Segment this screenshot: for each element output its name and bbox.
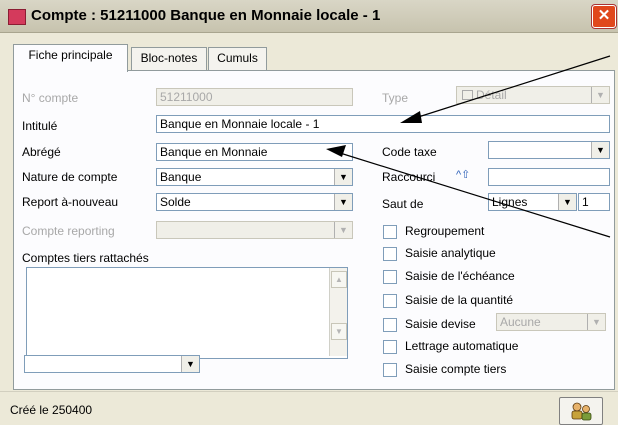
status-bar: Créé le 250400 [0,391,618,425]
chevron-down-icon: ▼ [587,314,605,330]
saisie-echeance-label: Saisie de l'échéance [405,269,515,283]
lettrage-label: Lettrage automatique [405,339,519,353]
raccourci-label: Raccourci [382,170,436,184]
abrege-field[interactable]: Banque en Monnaie [156,143,353,161]
numero-field: 51211000 [156,88,353,106]
saisie-analytique-checkbox[interactable] [383,247,397,261]
saisie-compte-tiers-checkbox[interactable] [383,363,397,377]
close-icon[interactable]: ✕ [592,5,616,28]
saut-select[interactable]: Lignes ▼ [488,193,577,211]
title-bar: Compte : 51211000 Banque en Monnaie loca… [0,0,618,33]
report-label: Report à-nouveau [22,195,119,209]
chevron-down-icon[interactable]: ▼ [591,142,609,158]
window-title: Compte : 51211000 Banque en Monnaie loca… [31,7,381,24]
tiers-scrollbar[interactable]: ▲ ▼ [329,268,347,356]
saisie-echeance-checkbox[interactable] [383,270,397,284]
regroupement-checkbox[interactable] [383,225,397,239]
chevron-down-icon: ▼ [334,222,352,238]
nature-label: Nature de compte [22,170,118,184]
tiers-label: Comptes tiers rattachés [22,251,149,265]
tiers-select[interactable]: ▼ [24,355,200,373]
raccourci-field[interactable] [488,168,610,186]
saut-number-field[interactable]: 1 [578,193,610,211]
saut-label: Saut de [382,197,424,211]
created-date: Créé le 250400 [10,403,93,417]
saut-value: Lignes [492,195,528,209]
regroupement-label: Regroupement [405,224,485,238]
devise-select: Aucune ▼ [496,313,606,331]
report-select[interactable]: Solde ▼ [156,193,353,211]
scroll-down-icon[interactable]: ▼ [331,323,347,340]
saisie-quantite-checkbox[interactable] [383,294,397,308]
users-button[interactable] [559,397,603,425]
nature-value: Banque [160,170,202,184]
type-value: Détail [476,88,507,102]
code-taxe-select[interactable]: ▼ [488,141,610,159]
chevron-down-icon: ▼ [591,87,609,103]
chevron-down-icon[interactable]: ▼ [558,194,576,210]
scroll-up-icon[interactable]: ▲ [331,271,347,288]
tab-cumuls[interactable]: Cumuls [208,47,267,70]
saisie-devise-checkbox[interactable] [383,318,397,332]
tab-fiche-principale[interactable]: Fiche principale [13,44,128,72]
saisie-compte-tiers-label: Saisie compte tiers [405,362,507,376]
code-taxe-label: Code taxe [382,145,437,159]
raccourci-shift-icon: ^⇧ [456,169,471,181]
tab-bloc-notes[interactable]: Bloc-notes [131,47,207,70]
chevron-down-icon[interactable]: ▼ [334,194,352,210]
account-window: Compte : 51211000 Banque en Monnaie loca… [0,0,618,425]
type-select: Détail ▼ [456,86,610,104]
tiers-list[interactable]: ▲ ▼ [26,267,348,359]
lettrage-checkbox[interactable] [383,340,397,354]
report-value: Solde [160,195,191,209]
intitule-label: Intitulé [22,119,58,133]
app-icon [8,9,26,25]
nature-select[interactable]: Banque ▼ [156,168,353,186]
detail-icon [462,90,473,100]
reporting-select: ▼ [156,221,353,239]
saisie-quantite-label: Saisie de la quantité [405,293,514,307]
saisie-devise-label: Saisie devise [405,317,476,331]
reporting-label: Compte reporting [22,224,115,238]
devise-value: Aucune [500,315,541,329]
saisie-analytique-label: Saisie analytique [405,246,496,260]
type-label: Type [382,91,409,105]
abrege-label: Abrégé [22,145,61,159]
chevron-down-icon[interactable]: ▼ [334,169,352,185]
users-icon [571,402,592,421]
intitule-field[interactable]: Banque en Monnaie locale - 1 [156,115,610,133]
numero-label: N° compte [22,91,79,105]
chevron-down-icon[interactable]: ▼ [181,356,199,372]
